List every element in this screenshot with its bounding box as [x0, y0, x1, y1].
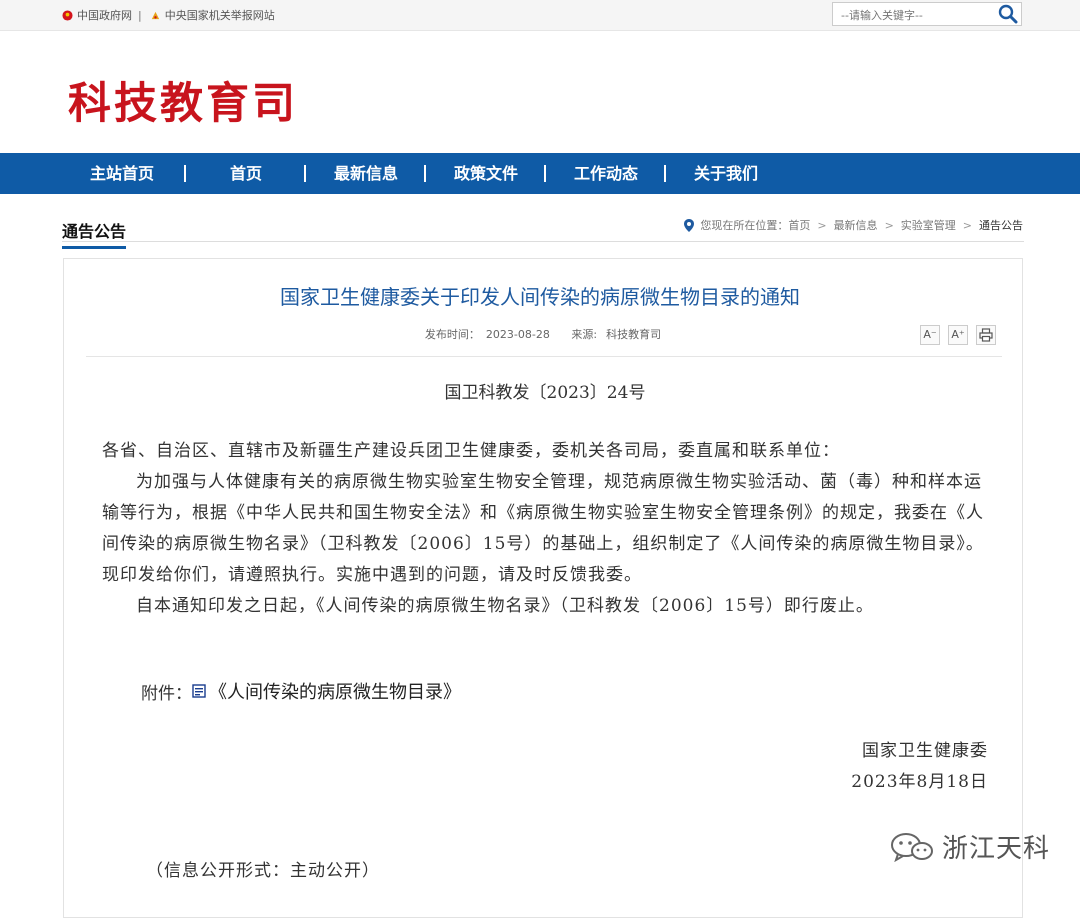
section-title: 通告公告 [62, 218, 127, 249]
nav-item-latest-info[interactable]: 最新信息 [306, 153, 426, 194]
salutation: 各省、自治区、直辖市及新疆生产建设兵团卫生健康委，委机关各司局，委直属和联系单位… [102, 441, 840, 461]
print-button[interactable] [976, 325, 996, 345]
top-bar: 中国政府网 | 中央国家机关举报网站 [0, 0, 1080, 31]
main-nav: 主站首页 首页 最新信息 政策文件 工作动态 关于我们 [0, 153, 1080, 194]
document-file-icon [192, 684, 206, 698]
top-link-separator: | [138, 8, 142, 22]
nav-item-policy-docs[interactable]: 政策文件 [426, 153, 546, 194]
report-site-link[interactable]: 中央国家机关举报网站 [165, 7, 275, 23]
national-emblem-icon [62, 9, 73, 21]
source-value: 科技教育司 [606, 328, 662, 341]
breadcrumb-item-latest[interactable]: 最新信息 [834, 217, 878, 233]
article-tools: A⁻ A⁺ [920, 325, 1004, 345]
body-paragraph-2: 自本通知印发之日起，《人间传染的病原微生物名录》（卫科教发〔2006〕15号）即… [136, 596, 874, 616]
search-input[interactable] [839, 4, 993, 26]
print-icon [979, 328, 993, 342]
nav-item-home[interactable]: 首页 [186, 153, 306, 194]
publish-date-label: 发布时间： [424, 328, 480, 341]
font-larger-button[interactable]: A⁺ [948, 325, 968, 345]
gov-site-link[interactable]: 中国政府网 [77, 7, 132, 23]
nav-item-main-home[interactable]: 主站首页 [62, 153, 182, 194]
nav-item-about-us[interactable]: 关于我们 [666, 153, 786, 194]
publish-date: 2023-08-28 [485, 328, 550, 341]
font-smaller-button[interactable]: A⁻ [920, 325, 940, 345]
article-title: 国家卫生健康委关于印发人间传染的病原微生物目录的通知 [280, 285, 800, 309]
section-divider [62, 241, 1024, 242]
watermark: 浙江天科 [890, 828, 1050, 865]
breadcrumb-item-current[interactable]: 通告公告 [979, 217, 1023, 233]
disclosure-note: （信息公开形式：主动公开） [146, 861, 380, 881]
breadcrumb-separator: > [884, 218, 894, 232]
document-number: 国卫科教发〔2023〕24号 [444, 383, 646, 403]
signature-org: 国家卫生健康委 [862, 741, 988, 761]
attachment-label: 附件： [141, 683, 192, 704]
source-label: 来源: [571, 328, 598, 341]
nav-item-work-news[interactable]: 工作动态 [546, 153, 666, 194]
signature-date: 2023年8月18日 [851, 772, 988, 792]
breadcrumb-item-home[interactable]: 首页 [788, 217, 810, 233]
body-paragraph-1: 为加强与人体健康有关的病原微生物实验室生物安全管理，规范病原微生物实验活动、菌（… [102, 472, 984, 585]
attachment-row: 附件： 《人间传染的病原微生物目录》 [141, 678, 461, 704]
wechat-icon [891, 832, 933, 862]
breadcrumb-separator: > [962, 218, 972, 232]
report-site-icon [151, 11, 159, 19]
breadcrumb-prefix: 您现在所在位置： [700, 219, 789, 232]
site-logo[interactable]: 科技教育司 [68, 69, 298, 131]
article-body: 各省、自治区、直辖市及新疆生产建设兵团卫生健康委，委机关各司局，委直属和联系单位… [102, 436, 992, 622]
article-divider [86, 356, 1002, 357]
breadcrumb-separator: > [817, 218, 827, 232]
watermark-text: 浙江天科 [942, 834, 1051, 864]
search-box [832, 2, 1022, 26]
location-pin-icon [684, 218, 695, 232]
breadcrumb: 您现在所在位置： 首页 > 最新信息 > 实验室管理 > 通告公告 [684, 217, 1023, 233]
breadcrumb-item-lab[interactable]: 实验室管理 [901, 217, 956, 233]
signature-block: 国家卫生健康委 2023年8月18日 [851, 736, 988, 798]
article-meta: 发布时间： 2023-08-28 来源: 科技教育司 [0, 326, 1080, 342]
site-header: 科技教育司 [0, 31, 1080, 153]
search-icon[interactable] [997, 4, 1019, 24]
attachment-link[interactable]: 《人间传染的病原微生物目录》 [209, 678, 461, 704]
top-links: 中国政府网 | 中央国家机关举报网站 [62, 7, 275, 23]
